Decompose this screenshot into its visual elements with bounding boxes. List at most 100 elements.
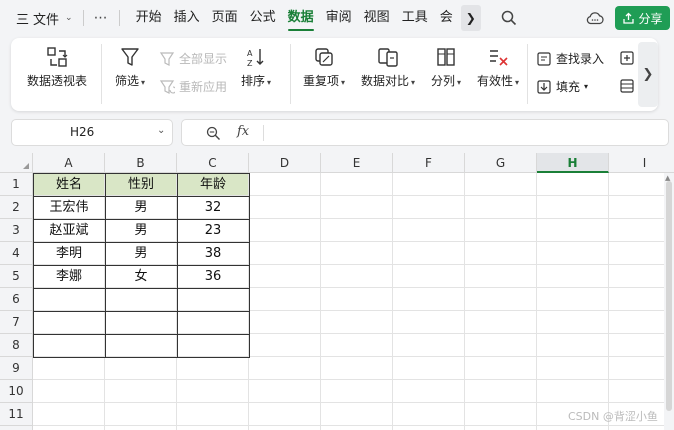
- share-label: 分享: [638, 11, 663, 26]
- cell-b3[interactable]: 男: [105, 219, 177, 242]
- filter-label: 筛选: [115, 74, 140, 88]
- ribbon-divider: [290, 44, 291, 104]
- tab-home[interactable]: 开始: [130, 0, 168, 36]
- cell-a3[interactable]: 赵亚斌: [33, 219, 105, 242]
- gridline: [33, 379, 674, 380]
- cell-c4[interactable]: 38: [177, 242, 249, 265]
- row-header-8[interactable]: 8: [0, 334, 33, 357]
- file-menu-label: 文件: [33, 12, 60, 28]
- cell-c3[interactable]: 23: [177, 219, 249, 242]
- sort-button[interactable]: AZ 排序 ▾: [241, 46, 271, 89]
- column-header-f[interactable]: F: [393, 153, 465, 173]
- share-icon: [623, 12, 635, 24]
- name-box[interactable]: H26 ⌄: [11, 119, 173, 146]
- row-header-2[interactable]: 2: [0, 196, 33, 219]
- table-rows-icon[interactable]: [619, 78, 635, 94]
- row-header-5[interactable]: 5: [0, 265, 33, 288]
- share-button[interactable]: 分享: [615, 6, 670, 30]
- cell-a4[interactable]: 李明: [33, 242, 105, 265]
- row-header-11[interactable]: 11: [0, 403, 33, 426]
- show-all-icon: [159, 51, 175, 66]
- chevron-down-icon: ⌄: [65, 13, 73, 23]
- cell-c1[interactable]: 年龄: [177, 173, 249, 196]
- scrollbar-thumb[interactable]: [666, 181, 672, 411]
- formula-bar[interactable]: fx: [181, 119, 669, 146]
- tab-data[interactable]: 数据: [282, 0, 320, 36]
- watermark: CSDN @背涩小鱼: [568, 410, 658, 423]
- tab-insert[interactable]: 插入: [168, 0, 206, 36]
- divider: [118, 10, 120, 26]
- tab-view[interactable]: 视图: [358, 0, 396, 36]
- column-header-b[interactable]: B: [105, 153, 177, 173]
- tabs-scroll-right-button[interactable]: ❯: [460, 5, 481, 31]
- cell-b1[interactable]: 性别: [105, 173, 177, 196]
- ribbon-divider: [527, 44, 528, 104]
- column-header-g[interactable]: G: [465, 153, 537, 173]
- tab-page[interactable]: 页面: [206, 0, 244, 36]
- column-header-a[interactable]: A: [33, 153, 105, 173]
- zoom-icon[interactable]: [206, 126, 221, 141]
- tab-tools[interactable]: 工具: [396, 0, 434, 36]
- chevron-down-icon: ▾: [515, 78, 520, 87]
- cell-b4[interactable]: 男: [105, 242, 177, 265]
- fill-button[interactable]: 填充 ▾: [536, 78, 588, 95]
- row-header-6[interactable]: 6: [0, 288, 33, 311]
- filter-button[interactable]: 筛选 ▾: [115, 46, 145, 89]
- gridline: [464, 173, 465, 430]
- cell-c5[interactable]: 36: [177, 265, 249, 288]
- tab-formula[interactable]: 公式: [244, 0, 282, 36]
- cell-c2[interactable]: 32: [177, 196, 249, 219]
- tab-review[interactable]: 审阅: [320, 0, 358, 36]
- cell-b2[interactable]: 男: [105, 196, 177, 219]
- column-header-e[interactable]: E: [321, 153, 393, 173]
- select-all-corner[interactable]: [0, 153, 33, 173]
- hamburger-icon: 三: [16, 12, 30, 28]
- row-header-7[interactable]: 7: [0, 311, 33, 334]
- row-header-10[interactable]: 10: [0, 380, 33, 403]
- more-icon[interactable]: ⋯: [94, 10, 109, 26]
- cell-a5[interactable]: 李娜: [33, 265, 105, 288]
- column-header-c[interactable]: C: [177, 153, 249, 173]
- split-column-button[interactable]: 分列 ▾: [431, 46, 461, 89]
- cell-a2[interactable]: 王宏伟: [33, 196, 105, 219]
- search-icon[interactable]: [501, 10, 517, 26]
- chevron-down-icon[interactable]: ⌄: [157, 125, 165, 136]
- row-header-1[interactable]: 1: [0, 173, 33, 196]
- gridline: [33, 402, 674, 403]
- column-header-d[interactable]: D: [249, 153, 321, 173]
- cloud-icon[interactable]: [586, 11, 604, 25]
- split-column-label: 分列: [431, 74, 456, 88]
- cell-b5[interactable]: 女: [105, 265, 177, 288]
- gridline: [392, 173, 393, 430]
- row-header-9[interactable]: 9: [0, 357, 33, 380]
- row-header-12[interactable]: 12: [0, 426, 33, 430]
- name-box-value: H26: [70, 125, 95, 139]
- spreadsheet-grid[interactable]: A B C D E F G H I 1 2 3 4 5 6 7 8 9 10 1…: [0, 153, 674, 430]
- row-header-3[interactable]: 3: [0, 219, 33, 242]
- show-all-button[interactable]: 全部显示: [159, 50, 227, 67]
- function-icon[interactable]: fx: [237, 124, 249, 139]
- sort-icon: AZ: [247, 49, 264, 68]
- file-menu[interactable]: 三 文件 ⌄: [0, 0, 73, 36]
- ribbon-scroll-right-button[interactable]: ❯: [638, 42, 658, 107]
- reapply-button[interactable]: 重新应用: [159, 78, 227, 95]
- vertical-scrollbar[interactable]: ▲: [664, 173, 674, 430]
- gridline: [33, 425, 674, 426]
- column-header-h[interactable]: H: [537, 153, 609, 173]
- pivot-table-button[interactable]: 数据透视表: [27, 46, 87, 89]
- insert-cell-icon[interactable]: [619, 50, 635, 66]
- chevron-down-icon: ▾: [457, 78, 462, 87]
- tab-member[interactable]: 会: [434, 0, 459, 36]
- duplicates-button[interactable]: 重复项 ▾: [303, 46, 345, 89]
- data-compare-button[interactable]: 数据对比 ▾: [361, 46, 415, 89]
- lookup-entry-button[interactable]: 查找录入: [536, 50, 604, 67]
- svg-text:A: A: [247, 49, 253, 58]
- row-header-4[interactable]: 4: [0, 242, 33, 265]
- cell-a1[interactable]: 姓名: [33, 173, 105, 196]
- column-header-i[interactable]: I: [609, 153, 674, 173]
- show-all-label: 全部显示: [179, 52, 228, 66]
- gridline: [536, 173, 537, 430]
- validation-button[interactable]: 有效性 ▾: [477, 46, 519, 89]
- reapply-label: 重新应用: [179, 80, 228, 94]
- chevron-down-icon: ▾: [584, 82, 589, 91]
